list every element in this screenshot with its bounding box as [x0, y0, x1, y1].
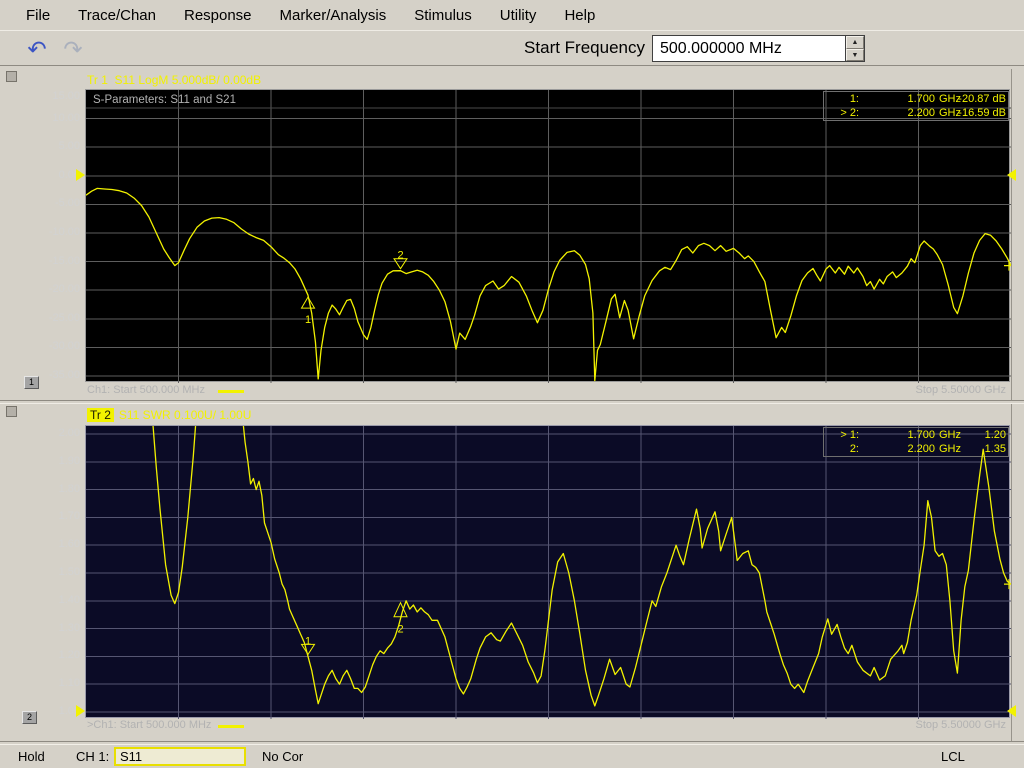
- menu-item-stimulus[interactable]: Stimulus: [400, 7, 486, 24]
- sweep-state-indicator: Hold: [18, 749, 45, 764]
- correction-status: No Cor: [262, 749, 304, 764]
- marker-1-tr2[interactable]: 1: [300, 635, 316, 656]
- chart-window-s11-logm[interactable]: Tr 1 S11 LogM 5.000dB/ 0.00dB S-Parameter…: [3, 69, 1021, 400]
- start-frequency-spinner: ▲ ▼: [845, 35, 865, 62]
- svg-text:1.35: 1.35: [985, 443, 1006, 455]
- svg-text:1.700: 1.700: [907, 429, 935, 441]
- y-axis-label: -5.00: [54, 197, 80, 210]
- svg-text:GHz: GHz: [939, 429, 961, 441]
- y-axis-label: -20.00: [48, 283, 80, 296]
- undo-icon[interactable]: ↶: [24, 33, 50, 65]
- marker-readout: 1: 1.700 GHz-20.87 dB> 2: 2.200 GHz-16.59 dB: [823, 91, 1009, 121]
- window-control-box: [6, 71, 17, 82]
- y-axis-label: -10.00: [48, 226, 80, 238]
- y-axis-label: 5.00: [58, 140, 80, 153]
- grid: [86, 426, 1011, 719]
- svg-text:1.700: 1.700: [907, 93, 935, 105]
- plot-area-tr1[interactable]: S-Parameters: S11 and S21 1: 1.700 GHz -20.8…: [85, 89, 1011, 383]
- svg-text:> 1:: > 1:: [840, 429, 859, 441]
- y-axis-label: 1.10: [58, 677, 80, 690]
- y-axis-label: 10.00: [52, 111, 80, 124]
- svg-text:-16.59 dB: -16.59 dB: [958, 107, 1006, 119]
- y-axis-label: 2.00: [58, 427, 80, 439]
- svg-text:2: 2: [397, 624, 403, 636]
- control-mode-indicator: LCL: [941, 749, 965, 764]
- status-bar: Hold CH 1: S11 No Cor LCL: [0, 744, 1024, 768]
- x-axis-start-label: >Ch1: Start 500.000 MHz: [87, 719, 212, 731]
- trace-title: Tr 2 S11 SWR 0.100U/ 1.00U: [87, 408, 251, 422]
- y-axis-label: -30.00: [48, 340, 80, 353]
- start-frequency-label: Start Frequency: [524, 38, 645, 57]
- x-axis-stop-label: Stop 5.50000 GHz: [915, 384, 1006, 396]
- start-frequency-input[interactable]: 500.000000 MHz: [652, 35, 845, 62]
- subtitle-s-parameters: S-Parameters: S11 and S21: [93, 94, 236, 106]
- y-axis-label: 0.00: [58, 168, 80, 181]
- channel-badge: 1: [24, 376, 39, 389]
- menu-item-trace-chan[interactable]: Trace/Chan: [64, 7, 170, 24]
- svg-text:1: 1: [305, 635, 311, 647]
- chart-window-s11-swr[interactable]: Tr 2 S11 SWR 0.100U/ 1.00U > 1: 1.700 GHz 1.2…: [3, 404, 1021, 741]
- trace-tr2: [152, 426, 1011, 707]
- svg-text:2:: 2:: [850, 443, 859, 455]
- svg-text:2.200: 2.200: [907, 107, 935, 119]
- svg-text:1:: 1:: [850, 93, 859, 105]
- menu-item-file[interactable]: File: [12, 7, 64, 24]
- menu-item-response[interactable]: Response: [170, 7, 266, 24]
- svg-text:-20.87 dB: -20.87 dB: [958, 93, 1006, 105]
- trace-color-sample: [218, 725, 244, 728]
- grid: [86, 90, 1011, 383]
- y-axis-label: 1.80: [58, 482, 80, 495]
- marker-readout: > 1: 1.700 GHz 1.20 2: 2.200 GHz 1.35: [823, 427, 1009, 457]
- y-axis-label: 1.90: [58, 454, 80, 467]
- svg-text:GHz: GHz: [939, 443, 961, 455]
- y-axis-label: 1.40: [58, 593, 80, 606]
- measurement-field[interactable]: S11: [114, 747, 246, 766]
- spinner-down-button[interactable]: ▼: [846, 48, 864, 61]
- menu-bar: File Trace/Chan Response Marker/Analysis…: [0, 0, 1024, 30]
- channel-badge: 2: [22, 711, 37, 724]
- ref-level-arrow-right: [1007, 705, 1016, 717]
- ref-level-arrow-right: [1007, 168, 1016, 181]
- y-axis-label: 1.30: [58, 621, 80, 634]
- menu-item-help[interactable]: Help: [550, 7, 609, 24]
- svg-text:1.20: 1.20: [985, 429, 1006, 441]
- y-axis-label: -25.00: [48, 311, 80, 324]
- menu-item-utility[interactable]: Utility: [486, 7, 551, 24]
- active-trace-badge[interactable]: Tr 2: [87, 408, 114, 422]
- x-axis-start-label: Ch1: Start 500.000 MHz: [87, 384, 206, 396]
- ref-level-arrow-left: [76, 168, 85, 181]
- menu-item-marker-analysis[interactable]: Marker/Analysis: [266, 7, 401, 24]
- svg-text:1: 1: [305, 314, 311, 326]
- spinner-up-button[interactable]: ▲: [846, 36, 864, 49]
- y-axis-label: -15.00: [48, 254, 80, 267]
- trace-title: Tr 1 S11 LogM 5.000dB/ 0.00dB: [87, 73, 262, 87]
- y-axis-label: 15.00: [52, 90, 80, 102]
- ref-level-arrow-left: [76, 705, 85, 717]
- svg-text:> 2:: > 2:: [840, 107, 859, 119]
- toolbar: ↶ ↷ Start Frequency 500.000000 MHz ▲ ▼: [0, 30, 1024, 66]
- marker-2-tr1[interactable]: 2: [393, 250, 408, 270]
- vna-application-window: File Trace/Chan Response Marker/Analysis…: [0, 0, 1024, 768]
- svg-text:2.200: 2.200: [907, 443, 935, 455]
- window-control-box: [6, 406, 17, 417]
- x-axis-stop-label: Stop 5.50000 GHz: [915, 719, 1006, 731]
- plot-area-tr2[interactable]: > 1: 1.700 GHz 1.20 2: 2.200 GHz 1.35 1 2: [85, 425, 1011, 719]
- y-axis-label: 1.20: [58, 649, 80, 662]
- svg-text:2: 2: [397, 250, 403, 262]
- y-axis-label: 1.70: [58, 510, 80, 523]
- y-axis-label: 1.50: [58, 566, 80, 578]
- redo-icon: ↷: [63, 36, 83, 62]
- channel-label: CH 1:: [76, 749, 110, 764]
- trace-color-sample: [218, 390, 244, 393]
- y-axis-label: 1.60: [58, 538, 80, 551]
